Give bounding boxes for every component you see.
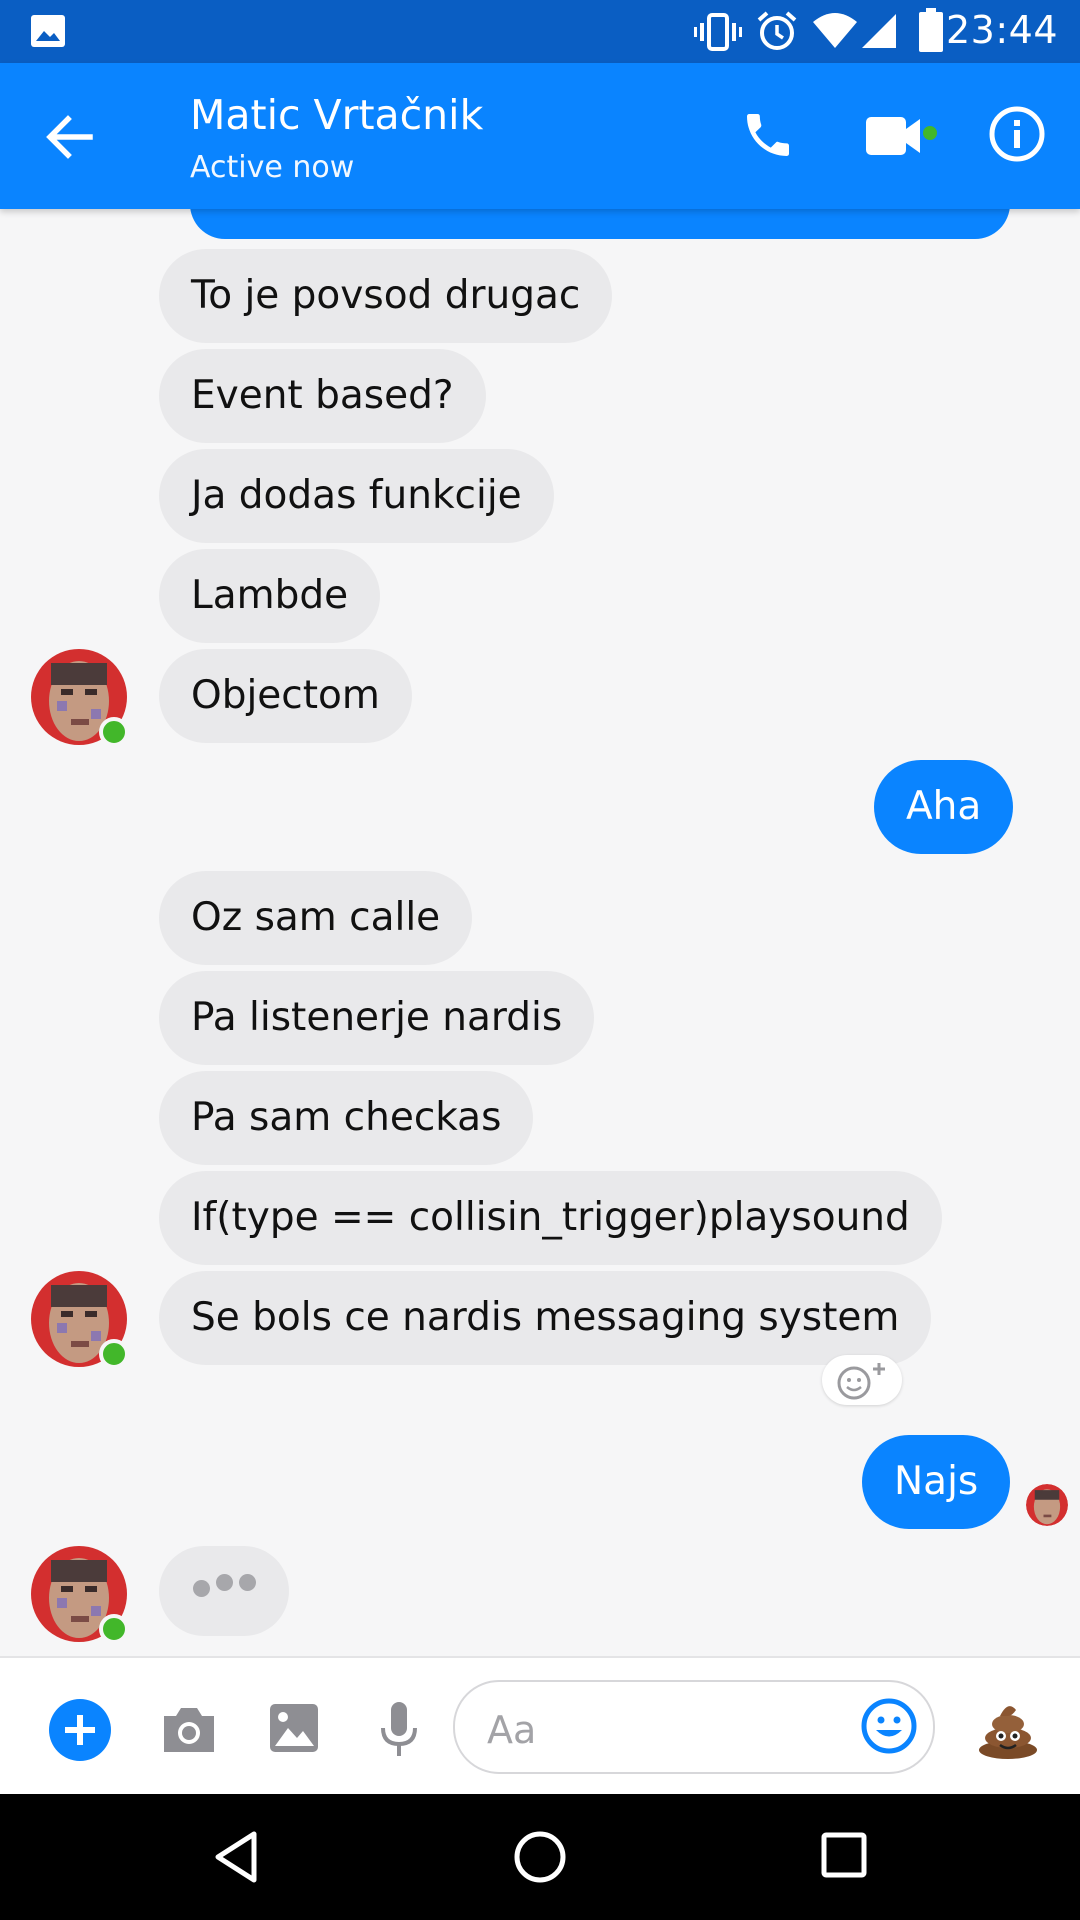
image-icon (31, 15, 65, 47)
message-bubble-incoming[interactable]: Objectom (159, 649, 412, 743)
message-input-placeholder: Aa (487, 1708, 537, 1752)
back-arrow-icon[interactable] (40, 107, 100, 167)
typing-dot (239, 1574, 256, 1591)
recents-square-icon[interactable] (821, 1832, 867, 1878)
online-indicator (99, 1339, 129, 1369)
message-bubble-incoming[interactable]: Oz sam calle (159, 871, 473, 965)
contact-name[interactable]: Matic Vrtačnik (190, 91, 483, 139)
message-bubble-incoming[interactable]: Se bols ce nardis messaging system (159, 1271, 932, 1365)
message-bubble-incoming[interactable]: Ja dodas funkcije (159, 449, 554, 543)
camera-icon[interactable] (160, 1704, 218, 1756)
battery-icon (919, 8, 943, 52)
add-reaction-icon (837, 1363, 885, 1400)
message-bubble-incoming[interactable]: If(type == collisin_trigger)playsound (159, 1171, 942, 1265)
status-bar: 23:44 (0, 0, 1080, 63)
online-indicator (99, 717, 129, 747)
video-camera-icon[interactable] (864, 111, 942, 161)
signal-icon (862, 14, 896, 48)
emoji-icon[interactable] (861, 1698, 917, 1754)
online-indicator (99, 1614, 129, 1644)
back-triangle-icon[interactable] (212, 1830, 260, 1884)
info-icon[interactable] (988, 105, 1046, 163)
contact-status: Active now (190, 150, 355, 185)
message-bubble-outgoing[interactable]: Najs (862, 1435, 1011, 1529)
seen-avatar (1026, 1484, 1068, 1526)
status-time: 23:44 (945, 8, 1058, 52)
message-bubble-incoming[interactable]: Lambde (159, 549, 381, 643)
message-bubble-incoming[interactable]: Event based? (159, 349, 486, 443)
typing-indicator (159, 1546, 289, 1636)
message-list[interactable]: To je povsod drugac Event based? Ja doda… (0, 209, 1080, 1656)
home-circle-icon[interactable] (513, 1830, 567, 1884)
plus-icon[interactable] (48, 1698, 112, 1762)
message-input[interactable]: Aa (453, 1680, 935, 1774)
contact-avatar[interactable] (31, 1271, 131, 1371)
poop-emoji-icon[interactable] (976, 1698, 1040, 1760)
message-bubble-outgoing[interactable]: Aha (874, 760, 1014, 854)
message-composer: Aa (0, 1656, 1080, 1796)
alarm-icon (757, 11, 797, 50)
conversation-header: Matic Vrtačnik Active now (0, 63, 1080, 209)
gallery-icon[interactable] (268, 1702, 320, 1754)
contact-avatar[interactable] (31, 1546, 131, 1646)
message-bubble-incoming[interactable]: Pa listenerje nardis (159, 971, 595, 1065)
wifi-icon (813, 13, 857, 48)
typing-dot (193, 1580, 210, 1597)
message-bubble-incoming[interactable]: To je povsod drugac (159, 249, 613, 343)
microphone-icon[interactable] (378, 1700, 420, 1760)
phone-icon[interactable] (740, 107, 796, 163)
add-reaction-button[interactable] (822, 1355, 902, 1405)
contact-avatar[interactable] (31, 649, 131, 749)
vibrate-icon (694, 13, 742, 51)
clipped-outgoing-bubble (190, 209, 1010, 239)
system-nav-bar (0, 1794, 1080, 1920)
message-bubble-incoming[interactable]: Pa sam checkas (159, 1071, 534, 1165)
typing-dot (216, 1574, 233, 1591)
